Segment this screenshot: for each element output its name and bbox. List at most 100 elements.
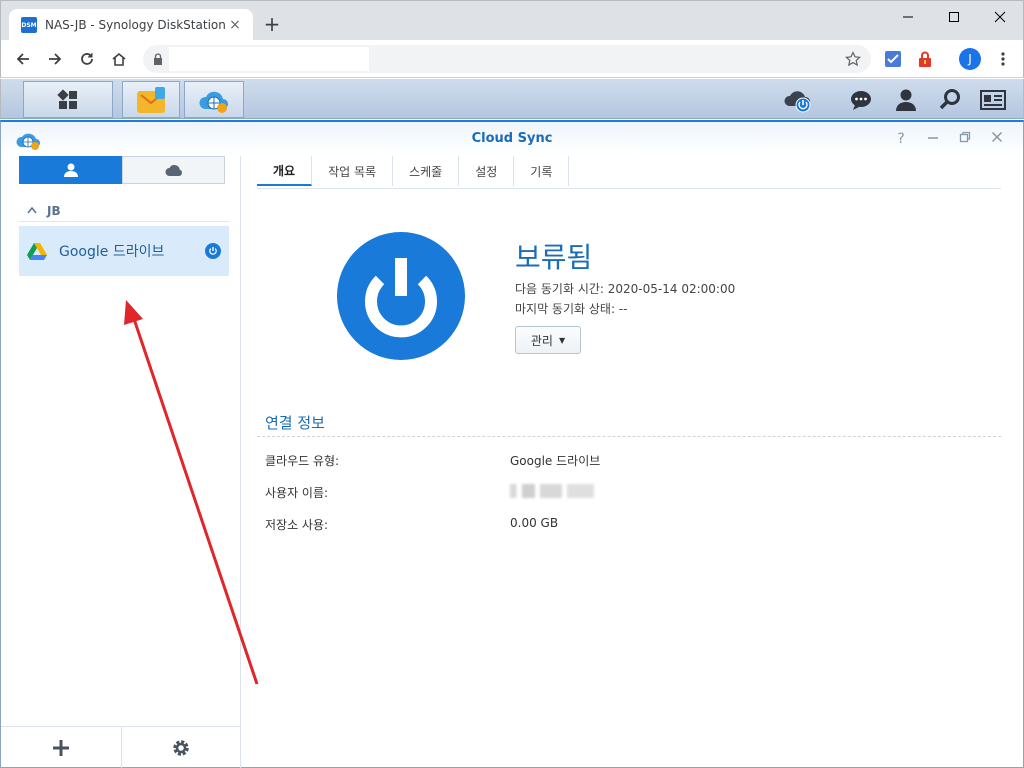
manage-dropdown-button[interactable]: 관리 ▼ xyxy=(515,326,581,354)
minimize-window-button[interactable] xyxy=(925,131,941,147)
cloud-icon xyxy=(165,165,182,176)
username-label: 사용자 이름: xyxy=(265,486,329,500)
extension-checkmark-button[interactable] xyxy=(880,46,906,72)
dsm-taskbar xyxy=(0,79,1024,119)
tab-divider xyxy=(257,188,1001,189)
address-bar[interactable] xyxy=(143,45,871,73)
home-icon xyxy=(112,52,126,66)
manage-label: 관리 xyxy=(530,333,553,348)
search-icon xyxy=(939,89,960,110)
tab-task-list[interactable]: 작업 목록 xyxy=(312,156,394,186)
grid-menu-icon xyxy=(57,88,77,109)
lock-icon xyxy=(154,53,162,65)
close-icon xyxy=(991,131,1003,143)
browser-tab[interactable]: DSM NAS-JB - Synology DiskStation × xyxy=(9,9,253,41)
window-titlebar[interactable]: Cloud Sync ? xyxy=(1,122,1023,156)
sidebar-item-google-drive[interactable]: Google 드라이브 xyxy=(19,226,229,276)
left-panel: JB Google 드라이브 xyxy=(1,156,241,768)
user-icon xyxy=(63,163,78,177)
id-card-icon xyxy=(980,90,1006,110)
restore-window-button[interactable] xyxy=(957,131,973,147)
cloud-sync-status-tray-button[interactable] xyxy=(783,85,813,115)
more-vertical-icon xyxy=(1001,52,1005,66)
sync-paused-power-icon xyxy=(337,232,465,360)
dsm-favicon-icon: DSM xyxy=(21,17,37,33)
section-divider xyxy=(257,436,1001,437)
storage-usage-label: 저장소 사용: xyxy=(265,518,329,532)
browser-tab-title: NAS-JB - Synology DiskStation xyxy=(45,18,226,32)
arrow-right-icon xyxy=(49,53,62,65)
new-tab-button[interactable]: + xyxy=(261,13,283,35)
user-icon xyxy=(896,89,916,111)
browser-tab-strip: DSM NAS-JB - Synology DiskStation × + xyxy=(0,0,1024,41)
home-button[interactable] xyxy=(106,46,132,72)
minimize-icon xyxy=(928,137,938,139)
tab-schedule[interactable]: 스케줄 xyxy=(393,156,460,186)
widgets-button[interactable] xyxy=(978,85,1008,115)
chevron-up-icon xyxy=(27,204,37,217)
window-title: Cloud Sync xyxy=(471,131,553,146)
last-sync-status: 마지막 동기화 상태: -- xyxy=(515,302,628,316)
help-button[interactable]: ? xyxy=(893,131,909,147)
group-name: JB xyxy=(47,203,61,218)
cloud-sync-window: Cloud Sync ? JB Google 드라이브 개요 작업 목록 스케줄… xyxy=(0,120,1024,768)
package-center-icon xyxy=(137,86,165,113)
cloud-type-value: Google 드라이브 xyxy=(510,454,601,468)
sidebar-item-label: Google 드라이브 xyxy=(59,244,165,260)
address-bar-url-redacted xyxy=(169,47,369,71)
messages-button[interactable] xyxy=(846,85,876,115)
power-icon xyxy=(205,243,221,259)
window-close-button[interactable] xyxy=(977,1,1023,33)
checkmark-extension-icon xyxy=(885,51,901,67)
tab-overview[interactable]: 개요 xyxy=(257,156,313,186)
right-panel: 개요 작업 목록 스케줄 설정 기록 보류됨 다음 동기화 시간: 2020-0… xyxy=(257,156,1001,768)
red-lock-extension-icon xyxy=(919,51,931,67)
storage-usage-value: 0.00 GB xyxy=(510,516,559,530)
maximize-icon xyxy=(949,12,959,22)
extension-lock-button[interactable] xyxy=(912,46,938,72)
username-value-redacted xyxy=(510,484,594,501)
package-center-taskbar-button[interactable] xyxy=(122,81,180,118)
star-icon[interactable] xyxy=(845,51,861,67)
close-icon xyxy=(994,11,1006,23)
left-panel-footer xyxy=(1,726,241,768)
arrow-left-icon xyxy=(16,53,29,65)
browser-menu-button[interactable] xyxy=(990,46,1016,72)
connection-group-header[interactable]: JB xyxy=(19,200,229,222)
cloud-sync-app-icon xyxy=(199,91,228,113)
user-options-button[interactable] xyxy=(891,85,921,115)
next-sync-time: 다음 동기화 시간: 2020-05-14 02:00:00 xyxy=(515,282,736,296)
restore-icon xyxy=(959,131,971,143)
connection-info-title: 연결 정보 xyxy=(265,414,325,432)
settings-button[interactable] xyxy=(120,727,242,768)
tab-close-icon[interactable]: × xyxy=(227,17,243,33)
cloud-sync-taskbar-button[interactable] xyxy=(184,81,244,118)
profile-avatar-button[interactable]: J xyxy=(957,46,983,72)
back-button[interactable] xyxy=(10,46,36,72)
add-connection-button[interactable] xyxy=(1,727,121,768)
close-window-button[interactable] xyxy=(989,131,1005,147)
sync-status-title: 보류됨 xyxy=(515,241,593,274)
chat-bubble-icon xyxy=(851,91,871,110)
minimize-icon xyxy=(903,16,913,18)
plus-icon xyxy=(52,739,69,756)
window-maximize-button[interactable] xyxy=(931,1,977,33)
reload-icon xyxy=(81,53,93,65)
browser-toolbar: J xyxy=(0,40,1024,78)
reload-button[interactable] xyxy=(74,46,100,72)
forward-button[interactable] xyxy=(42,46,68,72)
gear-icon xyxy=(173,739,189,756)
segment-user-tasks[interactable] xyxy=(19,156,122,184)
tab-log[interactable]: 기록 xyxy=(514,156,570,186)
segment-cloud[interactable] xyxy=(122,156,225,184)
tab-bar: 개요 작업 목록 스케줄 설정 기록 xyxy=(257,156,570,188)
window-minimize-button[interactable] xyxy=(885,1,931,33)
caret-down-icon: ▼ xyxy=(558,335,566,345)
search-button[interactable] xyxy=(935,85,965,115)
cloud-power-icon xyxy=(784,91,811,113)
tab-settings[interactable]: 설정 xyxy=(459,156,515,186)
google-drive-icon xyxy=(27,243,47,260)
cloud-type-label: 클라우드 유형: xyxy=(265,454,340,468)
avatar: J xyxy=(959,48,981,70)
main-menu-button[interactable] xyxy=(23,81,113,118)
